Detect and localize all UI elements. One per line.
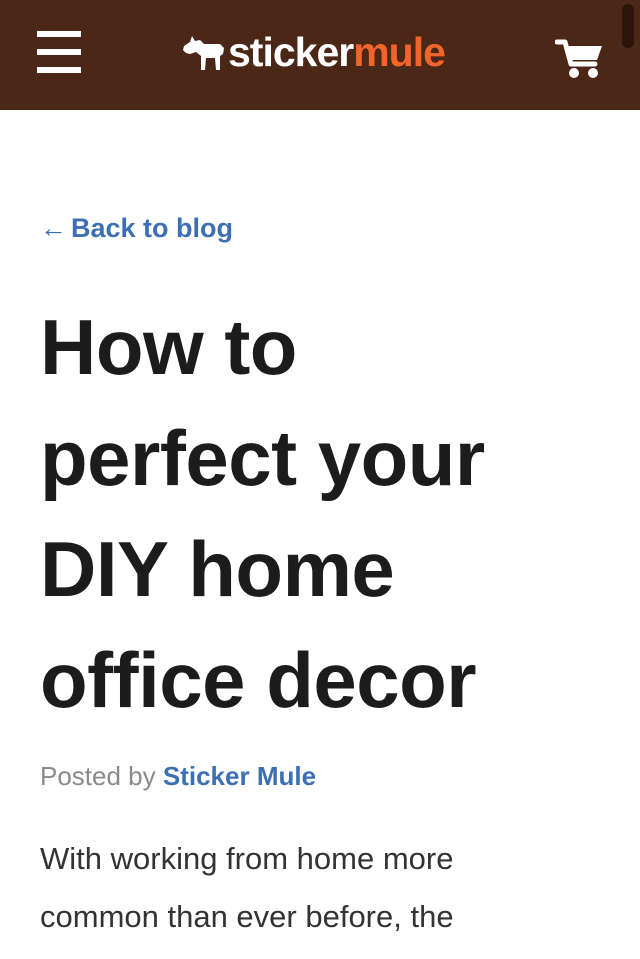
logo-mule-text: mule <box>353 29 446 75</box>
back-arrow-icon: ← <box>40 213 67 243</box>
article-intro: With working from home more common than … <box>40 841 454 934</box>
byline-prefix: Posted by <box>40 761 156 791</box>
menu-line <box>37 49 81 55</box>
site-header: stickermule <box>0 0 640 110</box>
cart-icon[interactable] <box>554 38 605 80</box>
article-title: How to perfect your DIY home office deco… <box>40 303 485 724</box>
site-logo[interactable]: stickermule <box>180 28 446 76</box>
mule-logo-icon <box>183 36 224 70</box>
logo-wordmark: stickermule <box>228 28 446 76</box>
menu-line <box>37 67 81 73</box>
cart-icon-graphic <box>554 39 602 78</box>
menu-icon[interactable] <box>37 31 81 73</box>
article-content: ← Back to blog How to perfect your DIY ho… <box>40 200 600 946</box>
logo-sticker-text: sticker <box>228 29 354 75</box>
author-link[interactable]: Sticker Mule <box>163 761 316 791</box>
article-byline: Posted by Sticker Mule <box>40 756 600 796</box>
back-to-blog-label: Back to blog <box>71 213 234 243</box>
scrollbar-thumb[interactable] <box>622 4 634 48</box>
menu-line <box>37 31 81 37</box>
back-to-blog-link[interactable]: ← Back to blog <box>40 200 233 256</box>
